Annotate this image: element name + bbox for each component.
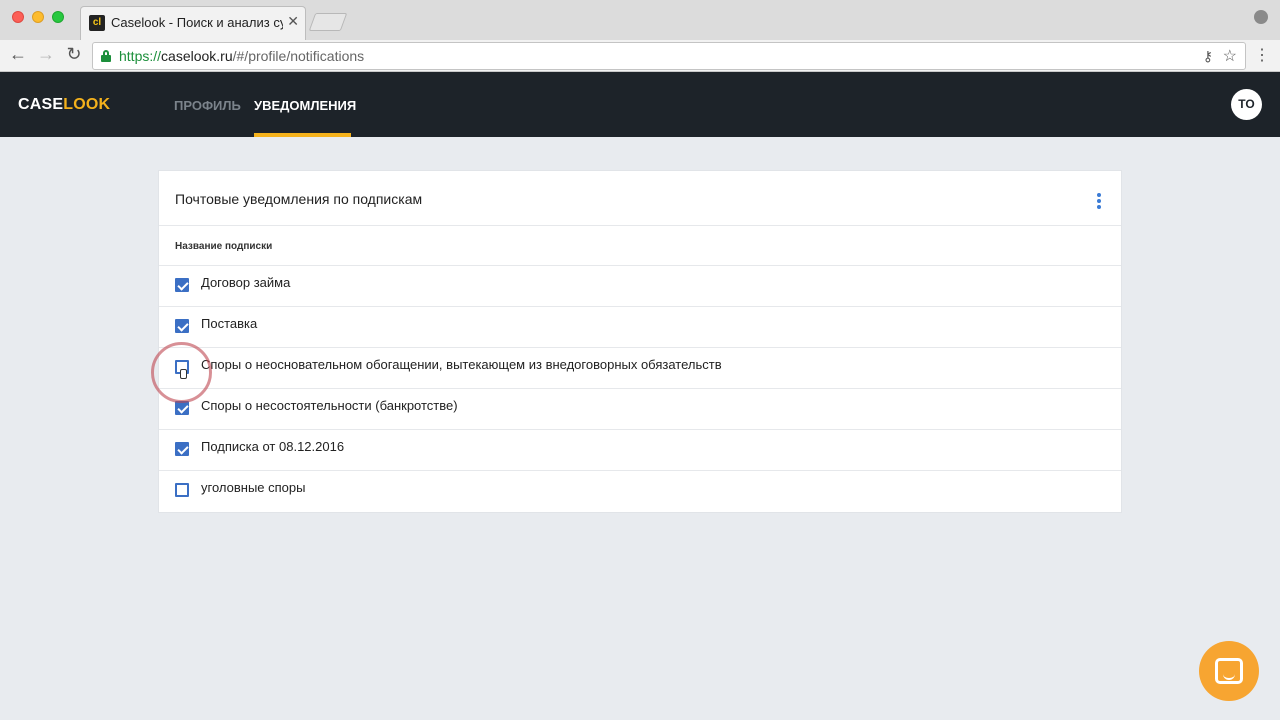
subscription-label: Поставка [201,316,258,331]
more-vert-icon[interactable] [1097,193,1101,211]
subscription-label: Подписка от 08.12.2016 [201,439,345,454]
subscription-checkbox[interactable] [175,483,189,497]
subscription-list: Договор займа Поставка Споры о неосноват… [159,266,1121,512]
subscription-label: уголовные споры [201,480,306,495]
tab-notifications[interactable]: УВЕДОМЛЕНИЯ [254,98,356,113]
column-header-label: Название подписки [175,241,273,252]
browser-toolbar: ← → ↻ https://caselook.ru/#/profile/noti… [0,40,1280,72]
forward-arrow-icon[interactable]: → [36,44,56,65]
address-bar[interactable]: https://caselook.ru/#/profile/notificati… [92,42,1246,70]
bookmark-star-icon[interactable]: ☆ [1223,46,1237,66]
back-arrow-icon[interactable]: ← [8,44,28,65]
maximize-window-button[interactable] [52,11,64,23]
subscription-label: Договор займа [201,275,291,290]
subscription-checkbox[interactable] [175,278,189,292]
tab-title: Caselook - Поиск и анализ су [111,15,283,30]
caselook-favicon-icon: cl [89,15,105,31]
chat-widget-button[interactable] [1199,641,1259,701]
subscription-checkbox[interactable] [175,319,189,333]
subscription-checkbox[interactable] [175,401,189,415]
reload-icon[interactable]: ↻ [64,44,84,65]
subscription-row: уголовные споры [159,471,1121,512]
key-icon[interactable]: ⚷ [1203,48,1213,65]
app-header: CASELOOK ПРОФИЛЬ УВЕДОМЛЕНИЯ TO [0,72,1280,137]
subscription-label: Споры о неосновательном обогащении, выте… [201,357,722,372]
browser-tab-bar: cl Caselook - Поиск и анализ су ✕ [0,0,1280,40]
pointer-cursor-icon [180,369,187,379]
tab-close-icon[interactable]: ✕ [287,13,299,30]
url-text: https://caselook.ru/#/profile/notificati… [119,48,365,64]
subscription-row: Договор займа [159,266,1121,307]
browser-profile-icon[interactable] [1254,10,1268,24]
browser-menu-icon[interactable]: ⋮ [1254,45,1270,65]
minimize-window-button[interactable] [32,11,44,23]
new-tab-button[interactable] [308,13,348,31]
close-window-button[interactable] [12,11,24,23]
subscription-row: Подписка от 08.12.2016 [159,430,1121,471]
notifications-card: Почтовые уведомления по подпискам Назван… [158,170,1122,513]
active-tab-indicator [254,133,351,137]
chat-icon [1215,658,1243,684]
subscription-checkbox[interactable] [175,442,189,456]
subscription-label: Споры о несостоятельности (банкротстве) [201,398,458,413]
subscription-row: Споры о несостоятельности (банкротстве) [159,389,1121,430]
card-title: Почтовые уведомления по подпискам [175,191,423,207]
tab-profile[interactable]: ПРОФИЛЬ [174,98,241,113]
lock-icon [101,50,111,62]
caselook-logo[interactable]: CASELOOK [18,96,110,114]
subscription-row: Споры о неосновательном обогащении, выте… [159,348,1121,389]
column-header: Название подписки [159,225,1121,266]
browser-tab[interactable]: cl Caselook - Поиск и анализ су ✕ [80,6,306,40]
subscription-row: Поставка [159,307,1121,348]
avatar[interactable]: TO [1231,89,1262,120]
